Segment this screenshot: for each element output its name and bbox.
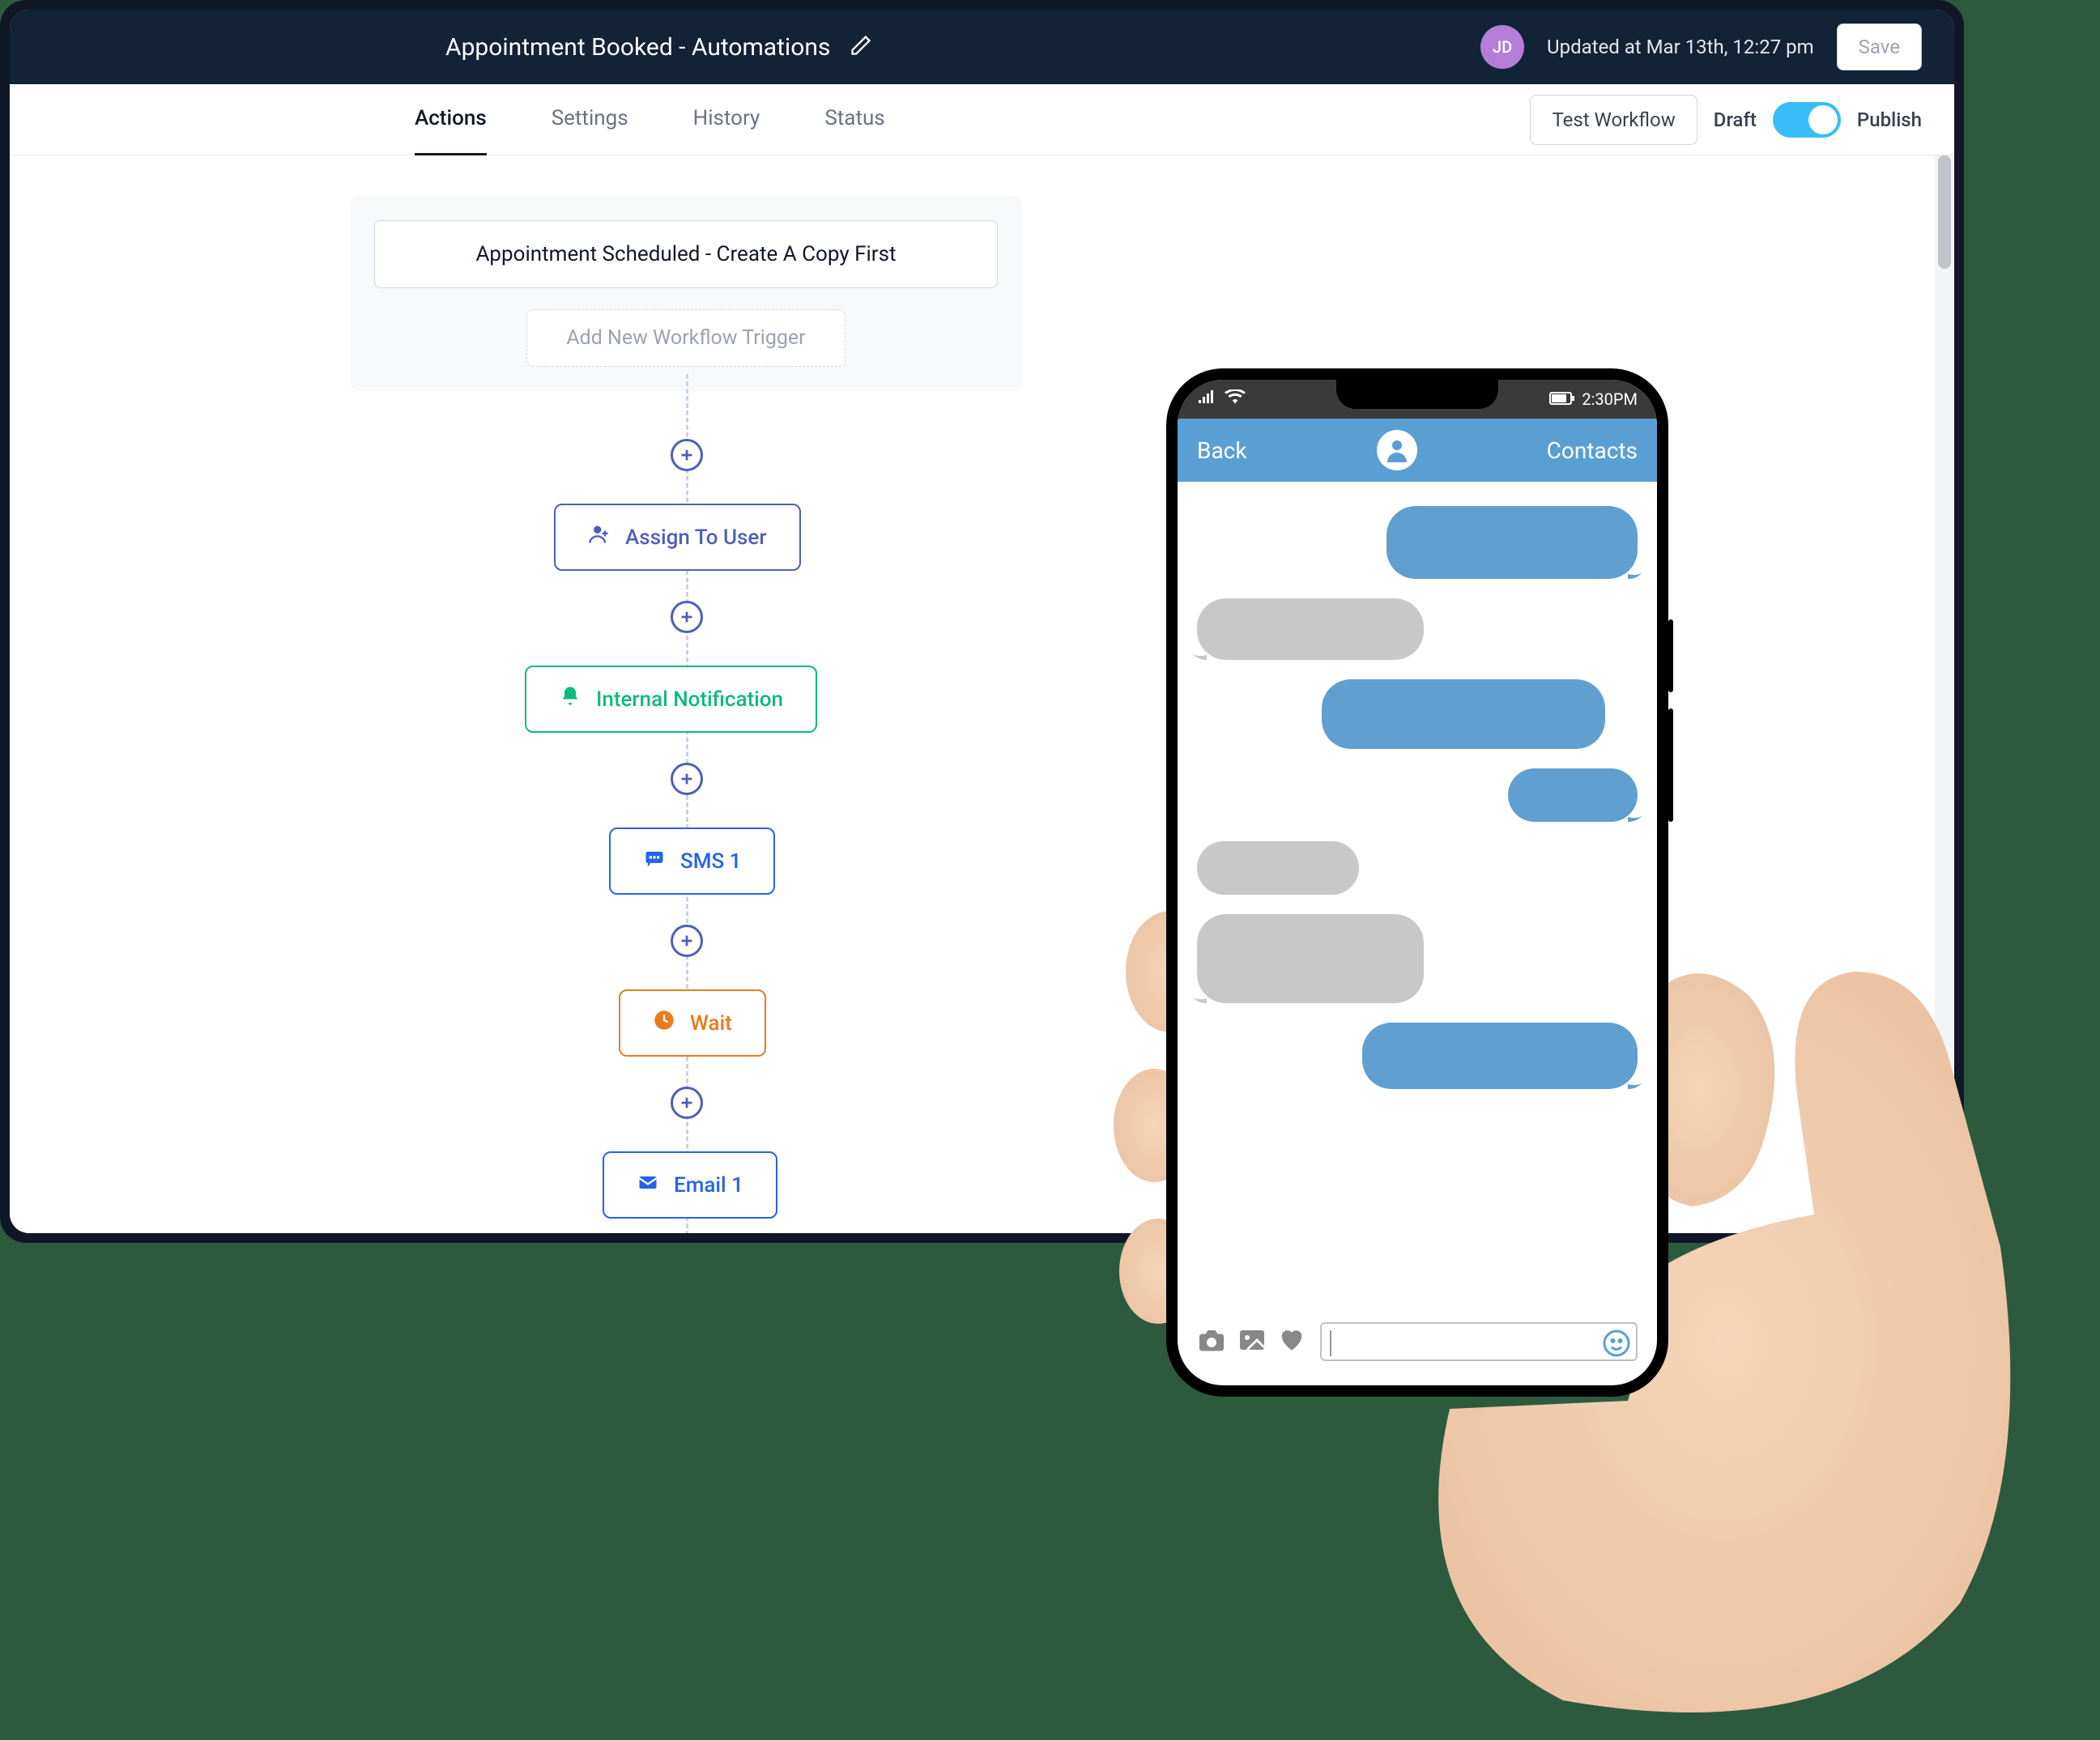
phone-notch bbox=[1336, 380, 1498, 409]
message-bubble-sent bbox=[1508, 768, 1638, 822]
assign-user-node[interactable]: Assign To User bbox=[554, 504, 801, 571]
internal-notification-node[interactable]: Internal Notification bbox=[525, 666, 817, 733]
app-header: Appointment Booked - Automations JD Upda… bbox=[10, 10, 1954, 84]
node-label: Internal Notification bbox=[596, 687, 783, 712]
camera-icon[interactable] bbox=[1197, 1327, 1226, 1356]
tab-status[interactable]: Status bbox=[824, 83, 884, 156]
battery-icon bbox=[1549, 389, 1575, 409]
add-step-button[interactable] bbox=[671, 763, 703, 795]
node-label: Wait bbox=[690, 1011, 732, 1036]
contact-avatar-icon[interactable] bbox=[1377, 430, 1417, 470]
edit-title-icon[interactable] bbox=[850, 34, 872, 60]
email-node[interactable]: Email 1 bbox=[603, 1151, 777, 1219]
updated-timestamp: Updated at Mar 13th, 12:27 pm bbox=[1547, 36, 1814, 58]
add-step-button[interactable] bbox=[671, 1087, 703, 1119]
add-step-button[interactable] bbox=[671, 439, 703, 471]
message-thread[interactable] bbox=[1178, 482, 1657, 1267]
phone-device: 2:30PM Back Contacts bbox=[1166, 368, 1668, 1397]
save-button[interactable]: Save bbox=[1837, 23, 1922, 70]
heart-icon[interactable] bbox=[1278, 1327, 1306, 1356]
emoji-icon[interactable] bbox=[1602, 1329, 1631, 1358]
add-step-button[interactable] bbox=[671, 601, 703, 633]
user-assign-icon bbox=[588, 523, 611, 551]
draft-label: Draft bbox=[1714, 108, 1757, 131]
sms-icon bbox=[643, 847, 666, 875]
publish-toggle[interactable] bbox=[1773, 102, 1841, 138]
signal-icon bbox=[1197, 389, 1216, 409]
image-icon[interactable] bbox=[1237, 1327, 1267, 1356]
message-input[interactable] bbox=[1320, 1322, 1638, 1361]
trigger-container: Appointment Scheduled - Create A Copy Fi… bbox=[350, 196, 1022, 391]
node-label: SMS 1 bbox=[680, 849, 741, 874]
publish-label: Publish bbox=[1857, 108, 1922, 131]
back-button[interactable]: Back bbox=[1197, 437, 1247, 464]
message-bubble-received bbox=[1197, 914, 1424, 1003]
message-input-bar bbox=[1178, 1322, 1657, 1361]
user-avatar[interactable]: JD bbox=[1480, 25, 1524, 69]
status-time: 2:30PM bbox=[1582, 389, 1638, 409]
message-bubble-sent bbox=[1387, 506, 1638, 579]
trigger-node[interactable]: Appointment Scheduled - Create A Copy Fi… bbox=[374, 220, 998, 288]
sms-node[interactable]: SMS 1 bbox=[609, 827, 775, 895]
phone-screen: 2:30PM Back Contacts bbox=[1178, 380, 1657, 1385]
add-trigger-button[interactable]: Add New Workflow Trigger bbox=[526, 309, 845, 367]
phone-nav-bar: Back Contacts bbox=[1178, 419, 1657, 482]
message-bubble-sent bbox=[1362, 1023, 1638, 1089]
message-bubble-received bbox=[1197, 598, 1424, 660]
bell-icon bbox=[559, 685, 581, 713]
phone-mockup: 2:30PM Back Contacts bbox=[1110, 356, 2065, 1717]
clock-icon bbox=[653, 1009, 675, 1037]
add-step-button[interactable] bbox=[671, 925, 703, 957]
tab-settings[interactable]: Settings bbox=[552, 83, 628, 156]
node-label: Assign To User bbox=[625, 525, 767, 550]
message-bubble-sent bbox=[1322, 679, 1605, 749]
tab-history[interactable]: History bbox=[693, 83, 760, 156]
contacts-button[interactable]: Contacts bbox=[1547, 437, 1638, 464]
wait-node[interactable]: Wait bbox=[619, 989, 766, 1057]
tabbar: Actions Settings History Status Test Wor… bbox=[10, 84, 1954, 155]
page-title: Appointment Booked - Automations bbox=[445, 33, 830, 62]
test-workflow-button[interactable]: Test Workflow bbox=[1530, 95, 1697, 145]
message-bubble-received bbox=[1197, 841, 1359, 895]
wifi-icon bbox=[1225, 389, 1246, 410]
mail-icon bbox=[637, 1171, 659, 1199]
tab-actions[interactable]: Actions bbox=[415, 83, 487, 156]
node-label: Email 1 bbox=[674, 1173, 743, 1198]
